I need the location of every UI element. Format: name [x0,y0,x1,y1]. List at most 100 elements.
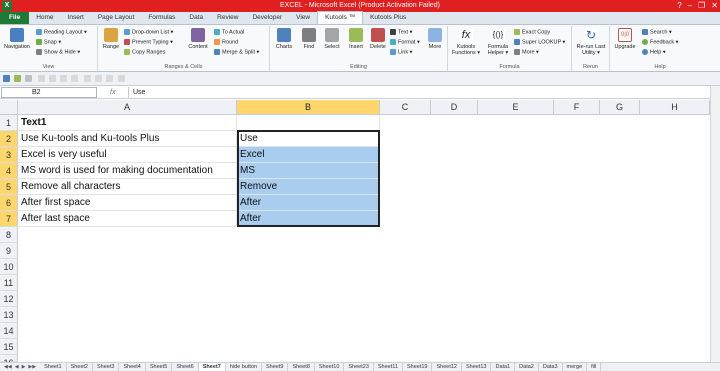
prev-sheet-icon[interactable]: ◀ [15,364,19,370]
rerun-last-utility-button[interactable]: ↻ Re-run Last Utility ▾ [574,28,608,56]
help-icon[interactable]: ? [677,0,681,12]
sheet-tab[interactable]: Sheet5 [146,363,173,371]
merge-split-button[interactable]: Merge & Split ▾ [214,49,259,56]
formula-helper-button[interactable]: {()} Formula Helper ▾ [484,28,512,56]
help-button[interactable]: Help ▾ [642,49,666,56]
text-button[interactable]: Text ▾ [390,29,412,36]
name-box[interactable]: B2 [1,87,97,98]
row-header-4[interactable]: 4 [0,163,18,179]
cell-b6[interactable]: After [237,195,380,211]
more-button[interactable]: More [425,28,445,50]
row-header-11[interactable]: 11 [0,275,18,291]
delete-button[interactable]: Delete [367,28,389,50]
sheet-tab[interactable]: Sheet10 [315,363,345,371]
tab-home[interactable]: Home [29,12,60,24]
row-header-7[interactable]: 7 [0,211,18,227]
kutools-functions-button[interactable]: fx Kutools Functions ▾ [451,28,481,56]
row-header-3[interactable]: 3 [0,147,18,163]
row-header-8[interactable]: 8 [0,227,18,243]
toolbar-icon-3[interactable] [60,75,67,82]
cell-a7[interactable]: After last space [18,211,237,227]
cell-a3[interactable]: Excel is very useful [18,147,237,163]
first-sheet-icon[interactable]: ◀◀ [4,364,12,370]
vertical-scrollbar[interactable] [710,86,720,362]
row-header-15[interactable]: 15 [0,339,18,355]
row-header-13[interactable]: 13 [0,307,18,323]
row-header-10[interactable]: 10 [0,259,18,275]
redo-icon[interactable] [25,75,32,82]
cell-b7[interactable]: After [237,211,380,227]
column-header-d[interactable]: D [431,100,478,115]
column-header-g[interactable]: G [600,100,640,115]
tab-formulas[interactable]: Formulas [141,12,182,24]
tab-view[interactable]: View [289,12,317,24]
tab-data[interactable]: Data [182,12,210,24]
save-icon[interactable] [3,75,10,82]
link-button[interactable]: Link ▾ [390,49,412,56]
sheet-tab[interactable]: Data2 [515,363,539,371]
column-header-b[interactable]: B [237,100,380,115]
feedback-button[interactable]: Feedback ▾ [642,39,678,46]
row-header-9[interactable]: 9 [0,243,18,259]
cell-b1[interactable] [237,115,380,131]
upgrade-button[interactable]: 0|0 Upgrade [612,28,638,50]
show-hide-button[interactable]: Show & Hide ▾ [36,49,80,56]
sheet-tab[interactable]: Sheet3 [93,363,120,371]
sheet-tab[interactable]: Sheet19 [403,363,433,371]
exact-copy-button[interactable]: Exact Copy [514,29,550,36]
format-button[interactable]: Format ▾ [390,39,420,46]
toolbar-icon-4[interactable] [71,75,78,82]
range-button[interactable]: Range [100,28,122,50]
sheet-tab[interactable]: hide button [226,363,263,371]
super-lookup-button[interactable]: Super LOOKUP ▾ [514,39,565,46]
tab-review[interactable]: Review [210,12,245,24]
sheet-tab[interactable]: Sheet8 [288,363,315,371]
reading-layout-button[interactable]: Reading Layout ▾ [36,29,87,36]
column-header-a[interactable]: A [18,100,237,115]
select-button[interactable]: Select [321,28,343,50]
toolbar-icon-1[interactable] [38,75,45,82]
tab-kutools[interactable]: Kutools ™ [317,11,364,24]
customize-toolbar-icon[interactable] [118,75,125,82]
next-sheet-icon[interactable]: ▶ [22,364,26,370]
column-header-f[interactable]: F [554,100,600,115]
toolbar-icon-2[interactable] [49,75,56,82]
charts-button[interactable]: Charts [273,28,295,50]
sheet-tab[interactable]: Sheet9 [262,363,289,371]
tab-file[interactable]: File [0,12,30,24]
tab-developer[interactable]: Developer [245,12,289,24]
dropdown-list-button[interactable]: Drop-down List ▾ [124,29,173,36]
sheet-tab[interactable]: Sheet12 [432,363,462,371]
row-header-12[interactable]: 12 [0,291,18,307]
sheet-tab[interactable]: Data3 [539,363,563,371]
select-all-corner[interactable] [0,100,18,115]
cell-b4[interactable]: MS [237,163,380,179]
snap-button[interactable]: Snap ▾ [36,39,61,46]
formula-input[interactable]: Use [128,87,710,98]
row-header-1[interactable]: 1 [0,115,18,131]
insert-button[interactable]: Insert [345,28,367,50]
toolbar-icon-6[interactable] [95,75,102,82]
last-sheet-icon[interactable]: ▶▶ [28,364,36,370]
column-header-c[interactable]: C [380,100,431,115]
navigation-button[interactable]: Navigation [2,28,32,50]
more-formula-button[interactable]: More ▾ [514,49,539,56]
cell-a4[interactable]: MS word is used for making documentation [18,163,237,179]
sheet-tab[interactable]: Sheet11 [374,363,403,371]
sheet-tab[interactable]: merge [563,363,588,371]
sheet-tab[interactable]: Sheet6 [172,363,199,371]
sheet-tab[interactable]: fill [587,363,602,371]
undo-icon[interactable] [14,75,21,82]
row-header-6[interactable]: 6 [0,195,18,211]
cell-a6[interactable]: After first space [18,195,237,211]
cell-b3[interactable]: Excel [237,147,380,163]
row-header-14[interactable]: 14 [0,323,18,339]
cell-b5[interactable]: Remove [237,179,380,195]
tab-kutools-plus[interactable]: Kutools Plus [363,12,413,24]
insert-function-icon[interactable]: fx [110,87,115,98]
sheet-tab[interactable]: Data1 [491,363,516,371]
to-actual-button[interactable]: To Actual [214,29,244,36]
toolbar-icon-7[interactable] [106,75,113,82]
cell-b2[interactable]: Use [237,131,380,147]
sheet-tab[interactable]: Sheet1 [40,363,67,371]
